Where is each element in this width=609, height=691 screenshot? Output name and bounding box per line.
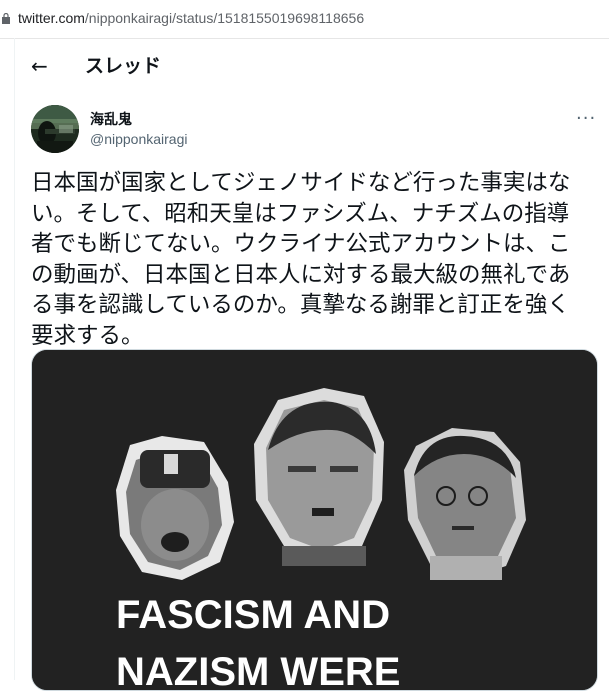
tweet-text-line: 者でも断じてない。ウクライナ公式アカウントは、こ [31, 231, 571, 257]
page-title: スレッド [85, 55, 162, 77]
tweet-media[interactable]: FASCISM AND NAZISM WERE [31, 349, 598, 691]
media-image [32, 350, 597, 690]
back-arrow-icon[interactable]: ← [31, 55, 48, 77]
url-path: /nipponkairagi/status/151815501969811865… [84, 10, 365, 26]
author-name[interactable]: 海乱鬼 [90, 109, 132, 129]
more-options-icon[interactable]: ··· [576, 108, 596, 129]
tweet-text: 日本国が国家としてジェノサイドなど行った事実はな い。そして、昭和天皇はファシズ… [31, 168, 597, 351]
lock-icon [2, 13, 10, 24]
avatar-image [31, 105, 79, 153]
thread-header: ← スレッド [15, 38, 609, 96]
avatar[interactable] [31, 105, 79, 153]
tweet-text-line: 日本国が国家としてジェノサイドなど行った事実はな [31, 170, 571, 196]
author-handle[interactable]: @nipponkairagi [90, 131, 188, 147]
media-caption-line: NAZISM WERE [116, 650, 401, 691]
timeline-border [14, 38, 15, 680]
url-text[interactable]: twitter.com/nipponkairagi/status/1518155… [18, 10, 364, 26]
tweet-text-line: い。そして、昭和天皇はファシズム、ナチズムの指導 [31, 200, 570, 227]
url-host: twitter.com [18, 10, 85, 26]
tweet-text-line: る事を認識しているのか。真摯なる謝罪と訂正を強く [31, 292, 570, 318]
media-caption-line: FASCISM AND [116, 593, 391, 637]
browser-address-bar[interactable]: twitter.com/nipponkairagi/status/1518155… [0, 0, 609, 39]
tweet-text-line: の動画が、日本国と日本人に対する最大級の無礼であ [31, 261, 571, 288]
tweet-text-line: 要求する。 [31, 322, 144, 349]
